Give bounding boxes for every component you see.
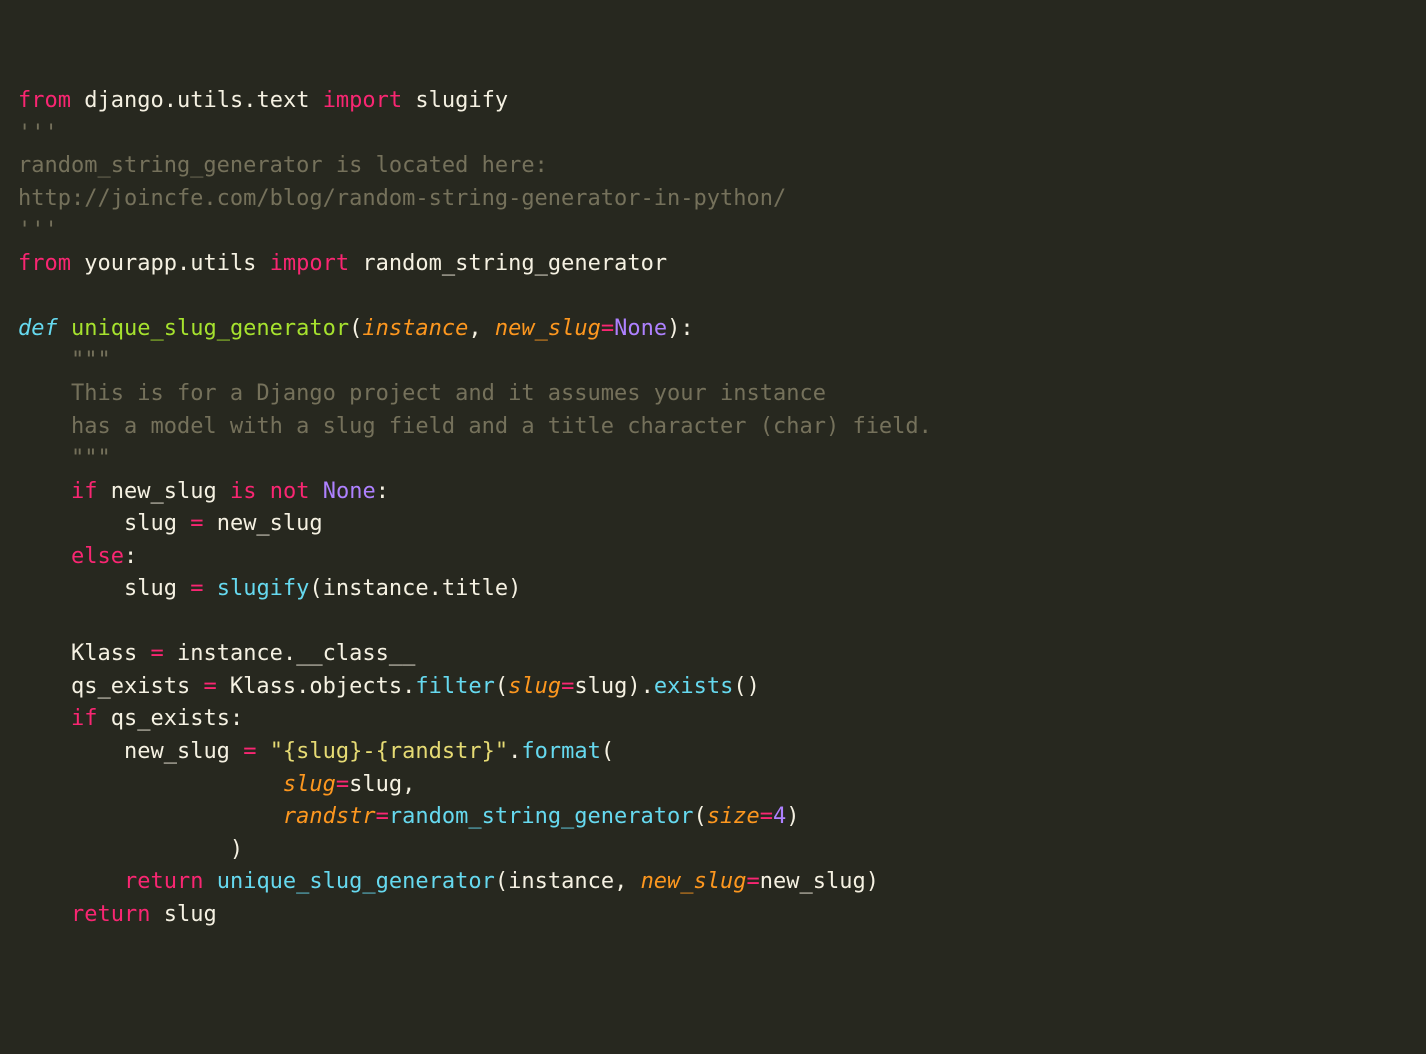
code-line: This is for a Django project and it assu… — [18, 381, 839, 406]
constant-none: None — [614, 316, 667, 341]
parameter: new_slug — [495, 316, 601, 341]
comment-line: http://joincfe.com/blog/random-string-ge… — [18, 186, 786, 211]
code-block: from django.utils.text import slugify ''… — [18, 85, 1408, 931]
code-line: randstr=random_string_generator(size=4) — [18, 804, 800, 829]
string-literal: "{slug}-{randstr}" — [270, 739, 508, 764]
code-line: if new_slug is not None: — [18, 479, 389, 504]
code-line: slug=slug, — [18, 772, 429, 797]
code-line: ) — [18, 837, 243, 862]
code-line: from yourapp.utils import random_string_… — [18, 251, 667, 276]
keyword-def: def — [18, 316, 58, 341]
keyword-from: from — [18, 88, 71, 113]
code-line: if qs_exists: — [18, 706, 243, 731]
comment-line: random_string_generator is located here: — [18, 153, 548, 178]
code-line: from django.utils.text import slugify — [18, 88, 508, 113]
identifier: random_string_generator — [362, 251, 667, 276]
code-line: """ — [18, 348, 111, 373]
code-line: def unique_slug_generator(instance, new_… — [18, 316, 694, 341]
docstring-quote: ''' — [18, 121, 58, 146]
code-line: return unique_slug_generator(instance, n… — [18, 869, 879, 894]
docstring-quote: ''' — [18, 218, 58, 243]
code-line: """ — [18, 446, 111, 471]
parameter: instance — [362, 316, 468, 341]
code-line: slug = slugify(instance.title) — [18, 576, 521, 601]
keyword-import: import — [323, 88, 402, 113]
code-line: new_slug = "{slug}-{randstr}".format( — [18, 739, 614, 764]
function-name: unique_slug_generator — [71, 316, 349, 341]
module: django — [84, 88, 163, 113]
identifier: slugify — [415, 88, 508, 113]
code-line: else: — [18, 544, 137, 569]
code-line: Klass = instance.__class__ — [18, 641, 415, 666]
code-line: return slug — [18, 902, 217, 927]
code-line: slug = new_slug — [18, 511, 323, 536]
code-line: has a model with a slug field and a titl… — [18, 414, 932, 439]
code-line: qs_exists = Klass.objects.filter(slug=sl… — [18, 674, 760, 699]
